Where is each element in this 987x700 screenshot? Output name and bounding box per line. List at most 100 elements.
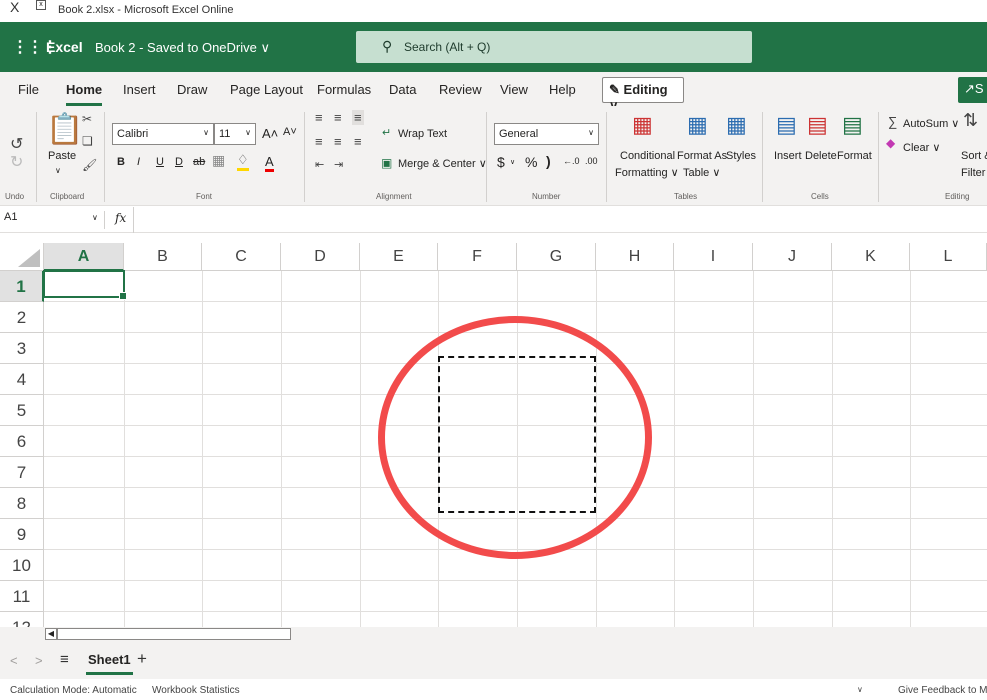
double-underline-button[interactable]: D — [175, 156, 183, 168]
sheet-tab-sheet1[interactable]: Sheet1 — [86, 652, 133, 675]
font-size-select[interactable]: 11 ∨ — [214, 123, 256, 145]
status-dropdown-icon[interactable]: ∨ — [857, 685, 863, 694]
active-cell-a1[interactable] — [43, 270, 127, 300]
align-left-icon[interactable]: ≡ — [315, 134, 323, 149]
formula-input[interactable] — [133, 207, 987, 233]
insert-cells-button[interactable]: Insert — [774, 150, 802, 162]
row-header-2[interactable]: 2 — [0, 302, 44, 333]
increase-indent-icon[interactable]: ⇥ — [334, 158, 343, 171]
row-header-6[interactable]: 6 — [0, 426, 44, 457]
cut-icon[interactable]: ✂ — [82, 112, 92, 126]
column-header-k[interactable]: K — [832, 243, 910, 271]
row-header-9[interactable]: 9 — [0, 519, 44, 550]
decrease-indent-icon[interactable]: ⇤ — [315, 158, 324, 171]
format-as-table-label-2[interactable]: Table ∨ — [683, 166, 720, 179]
sort-filter-label-1[interactable]: Sort & — [961, 150, 987, 162]
tab-help[interactable]: Help — [549, 82, 576, 97]
redo-icon[interactable]: ↻ — [10, 152, 23, 172]
workbook-title[interactable]: Book 2 - Saved to OneDrive ∨ — [95, 40, 270, 56]
conditional-formatting-label-1[interactable]: Conditional — [620, 150, 675, 162]
copy-icon[interactable]: ❏ — [82, 134, 93, 148]
column-header-i[interactable]: I — [674, 243, 753, 271]
wrap-text-button[interactable]: Wrap Text — [398, 128, 447, 140]
row-header-7[interactable]: 7 — [0, 457, 44, 488]
all-sheets-menu-icon[interactable]: ≡ — [60, 651, 69, 668]
grow-font-button[interactable]: A˄ — [262, 126, 278, 141]
row-header-8[interactable]: 8 — [0, 488, 44, 519]
editing-mode-button[interactable]: ✎ Editing ∨ — [602, 77, 684, 113]
workbook-statistics[interactable]: Workbook Statistics — [152, 685, 240, 696]
format-as-table-label-1[interactable]: Format As — [677, 150, 727, 162]
cell-styles-button[interactable]: Styles — [726, 150, 756, 162]
delete-cells-button[interactable]: Delete — [805, 150, 837, 162]
number-format-select[interactable]: General ∨ — [494, 123, 599, 145]
app-name[interactable]: Excel — [46, 39, 83, 55]
currency-button[interactable]: $ — [497, 154, 505, 170]
column-header-c[interactable]: C — [202, 243, 281, 271]
share-button[interactable]: ↗S — [958, 77, 987, 103]
tab-draw[interactable]: Draw — [177, 82, 207, 97]
percent-button[interactable]: % — [525, 154, 537, 170]
column-header-h[interactable]: H — [596, 243, 674, 271]
format-painter-icon[interactable]: 🖌 — [82, 158, 97, 172]
borders-icon[interactable]: ▦ — [212, 152, 225, 169]
row-header-5[interactable]: 5 — [0, 395, 44, 426]
scroll-thumb[interactable] — [57, 628, 291, 640]
autosum-button[interactable]: AutoSum ∨ — [903, 117, 959, 130]
align-top-icon[interactable]: ≡ — [315, 110, 323, 125]
align-right-icon[interactable]: ≡ — [354, 134, 362, 149]
add-sheet-icon[interactable]: + — [137, 649, 147, 669]
horizontal-scrollbar[interactable]: ◀ — [0, 627, 987, 641]
undo-icon[interactable]: ↺ — [10, 134, 23, 154]
tab-page-layout[interactable]: Page Layout — [230, 82, 303, 97]
row-header-1[interactable]: 1 — [0, 271, 44, 302]
currency-dropdown-icon[interactable]: ∨ — [510, 158, 515, 166]
increase-decimal-button[interactable]: ←.0 — [563, 156, 580, 166]
column-header-a[interactable]: A — [44, 243, 124, 271]
paste-button[interactable]: Paste — [48, 150, 76, 162]
conditional-formatting-label-2[interactable]: Formatting ∨ — [615, 166, 679, 179]
tab-file[interactable]: File — [18, 82, 39, 97]
bold-button[interactable]: B — [117, 156, 125, 168]
fill-color-icon[interactable]: ♢ — [237, 152, 249, 171]
row-header-10[interactable]: 10 — [0, 550, 44, 581]
column-header-g[interactable]: G — [517, 243, 596, 271]
column-header-l[interactable]: L — [910, 243, 987, 271]
decrease-decimal-button[interactable]: .00 — [585, 156, 598, 166]
align-bottom-icon[interactable]: ≡ — [352, 110, 364, 125]
align-middle-icon[interactable]: ≡ — [334, 110, 342, 125]
next-sheet-icon[interactable]: > — [35, 653, 43, 668]
close-window-icon[interactable]: X — [10, 0, 19, 15]
select-all-button[interactable] — [0, 243, 44, 271]
align-center-icon[interactable]: ≡ — [334, 134, 342, 149]
merge-center-button[interactable]: Merge & Center ∨ — [398, 157, 487, 170]
tab-review[interactable]: Review — [439, 82, 482, 97]
comma-style-button[interactable]: ) — [546, 153, 551, 169]
spreadsheet-grid[interactable]: A B C D E F G H I J K L 1 2 3 4 5 6 7 8 … — [0, 243, 987, 627]
clear-button[interactable]: Clear ∨ — [903, 141, 940, 154]
row-header-11[interactable]: 11 — [0, 581, 44, 612]
shrink-font-button[interactable]: A˅ — [283, 126, 297, 138]
row-header-3[interactable]: 3 — [0, 333, 44, 364]
tab-home[interactable]: Home — [66, 82, 103, 106]
sort-filter-label-2[interactable]: Filter ∨ — [961, 166, 987, 179]
give-feedback-link[interactable]: Give Feedback to Mi — [898, 685, 987, 696]
paste-dropdown-icon[interactable]: ∨ — [55, 166, 61, 175]
tab-data[interactable]: Data — [389, 82, 416, 97]
calculation-mode[interactable]: Calculation Mode: Automatic — [10, 685, 137, 696]
font-color-button[interactable]: A — [265, 154, 274, 172]
scroll-left-icon[interactable]: ◀ — [45, 628, 57, 640]
paste-icon[interactable]: 📋 — [46, 112, 83, 147]
insert-function-icon[interactable]: fx — [115, 211, 126, 225]
font-name-select[interactable]: Calibri ∨ — [112, 123, 214, 145]
column-header-j[interactable]: J — [753, 243, 832, 271]
column-header-f[interactable]: F — [438, 243, 517, 271]
underline-button[interactable]: U — [156, 156, 164, 168]
row-header-12[interactable]: 12 — [0, 612, 44, 627]
column-header-e[interactable]: E — [360, 243, 438, 271]
prev-sheet-icon[interactable]: < — [10, 653, 18, 668]
column-header-d[interactable]: D — [281, 243, 360, 271]
name-box[interactable]: A1 ∨ — [0, 211, 105, 229]
tab-insert[interactable]: Insert — [123, 82, 156, 97]
row-header-4[interactable]: 4 — [0, 364, 44, 395]
